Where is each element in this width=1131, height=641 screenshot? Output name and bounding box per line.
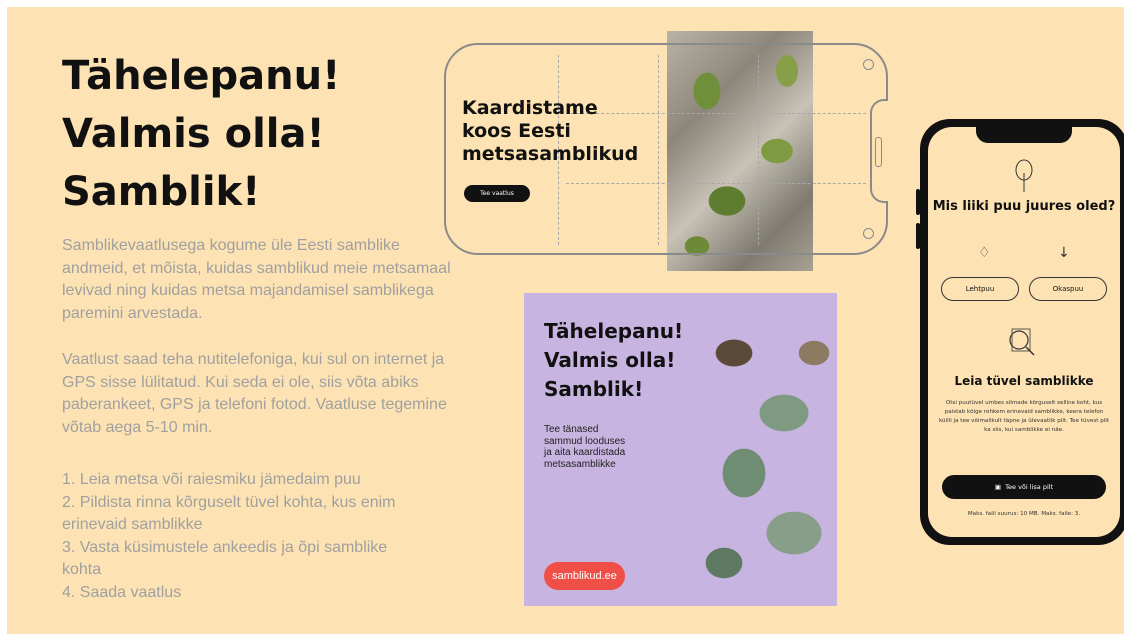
phone-side-button xyxy=(916,189,920,215)
lichen-image xyxy=(674,313,837,606)
step-item: 4. Saada vaatlus xyxy=(62,583,182,601)
tree-type-question: Mis liiki puu juures oled? xyxy=(932,199,1116,214)
intro-paragraph: Samblikevaatlusega kogume üle Eesti samb… xyxy=(62,237,451,322)
grid-line xyxy=(758,55,759,245)
tree-icon xyxy=(1015,159,1033,192)
find-lichens-text: Otsi puutüvel umbes silmade kõrguselt se… xyxy=(938,400,1110,433)
poster-title-line: Samblik! xyxy=(544,377,644,401)
phone-screen: Mis liiki puu juures oled? ♢ ↓ Lehtpuu O… xyxy=(928,127,1120,537)
camera-icon xyxy=(863,59,874,70)
file-limits-text: Maks. faili suurus: 10 MB. Maks. faile: … xyxy=(967,511,1081,517)
step-item: 3. Vasta küsimustele ankeedis ja õpi sam… xyxy=(62,538,388,556)
magnifier-icon xyxy=(1009,328,1035,356)
step-item: 2. Pildista rinna kõrguselt tüvel kohta,… xyxy=(62,493,396,511)
steps-list: 1. Leia metsa või raiesmiku jämedaim puu… xyxy=(62,469,462,604)
landscape-title-line: metsasamblikud xyxy=(462,143,639,165)
deciduous-tree-icon: ♢ xyxy=(978,245,991,261)
step-item: 1. Leia metsa või raiesmiku jämedaim puu xyxy=(62,471,361,488)
conifer-choice-button[interactable]: Okaspuu xyxy=(1029,277,1107,301)
headline-line-2: Valmis olla! xyxy=(62,111,325,157)
step-item: kohta xyxy=(62,561,102,578)
camera-icon xyxy=(863,228,874,239)
phone-notch xyxy=(976,127,1072,143)
find-lichens-title: Leia tüvel samblikke xyxy=(954,374,1094,388)
poster-title-line: Tähelepanu! xyxy=(544,319,684,343)
headline: Tähelepanu! Valmis olla! Samblik! xyxy=(62,47,340,221)
add-photo-button[interactable]: ▣ Tee või lisa pilt xyxy=(942,475,1106,499)
headline-line-1: Tähelepanu! xyxy=(62,53,341,99)
landscape-title-line: koos Eesti xyxy=(462,120,571,142)
website-link-button[interactable]: samblikud.ee xyxy=(544,562,625,590)
image-icon: ▣ xyxy=(994,483,1006,491)
poster-text: Tee tänased sammud looduses ja aita kaar… xyxy=(544,424,674,470)
slide: Tähelepanu! Valmis olla! Samblik! Sambli… xyxy=(7,7,1124,634)
poster-text-line: ja aita kaardistada xyxy=(544,447,626,458)
conifer-tree-icon: ↓ xyxy=(1058,245,1070,261)
poster-card: Tähelepanu! Valmis olla! Samblik! Tee tä… xyxy=(524,293,837,606)
instructions-paragraph: Vaatlust saad teha nutitelefoniga, kui s… xyxy=(62,351,447,436)
landscape-title-line: Kaardistame xyxy=(462,97,598,119)
step-item: erinevaid samblikke xyxy=(62,516,203,533)
landscape-phone-title: Kaardistame koos Eesti metsasamblikud xyxy=(462,97,638,166)
add-photo-label: Tee või lisa pilt xyxy=(1005,483,1054,491)
phone-speaker xyxy=(875,137,882,167)
poster-text-line: metsasamblikke xyxy=(544,458,616,470)
portrait-phone-mockup: Mis liiki puu juures oled? ♢ ↓ Lehtpuu O… xyxy=(916,119,1124,545)
grid-line xyxy=(658,55,659,245)
headline-line-3: Samblik! xyxy=(62,169,261,215)
make-observation-button[interactable]: Tee vaatlus xyxy=(464,185,530,202)
poster-title-line: Valmis olla! xyxy=(544,348,676,372)
grid-line xyxy=(566,183,866,184)
poster-text-line: Tee tänased xyxy=(544,424,599,435)
poster-text-line: sammud looduses xyxy=(544,435,626,447)
poster-title: Tähelepanu! Valmis olla! Samblik! xyxy=(544,317,683,404)
phone-side-button xyxy=(916,223,920,249)
deciduous-choice-button[interactable]: Lehtpuu xyxy=(941,277,1019,301)
